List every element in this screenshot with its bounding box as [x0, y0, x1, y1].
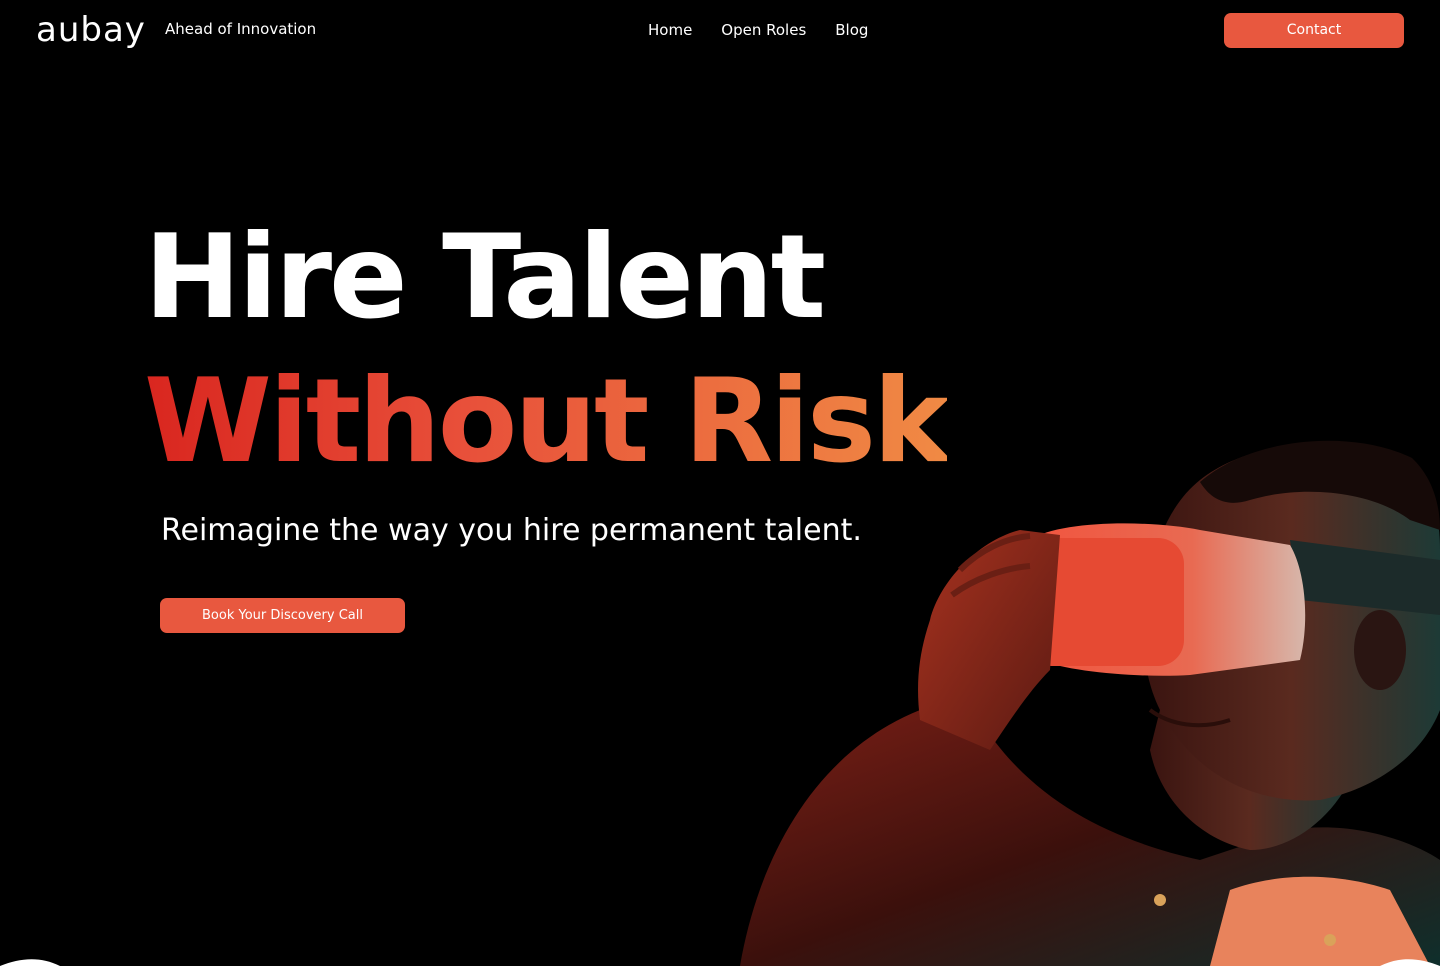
contact-button[interactable]: Contact — [1224, 13, 1404, 48]
nav-blog-link[interactable]: Blog — [835, 21, 868, 39]
vr-person-image — [740, 440, 1440, 966]
bottom-curve-decoration — [0, 959, 1440, 966]
book-discovery-call-button[interactable]: Book Your Discovery Call — [160, 598, 405, 633]
page: aubay Ahead of Innovation Home Open Role… — [0, 0, 1440, 966]
headline-line-1: Hire Talent — [144, 210, 826, 345]
tagline: Ahead of Innovation — [165, 20, 317, 38]
main-nav: Home Open Roles Blog — [648, 21, 868, 39]
nav-home-link[interactable]: Home — [648, 21, 692, 39]
logo[interactable]: aubay — [36, 8, 146, 52]
nav-open-roles-link[interactable]: Open Roles — [721, 21, 806, 39]
